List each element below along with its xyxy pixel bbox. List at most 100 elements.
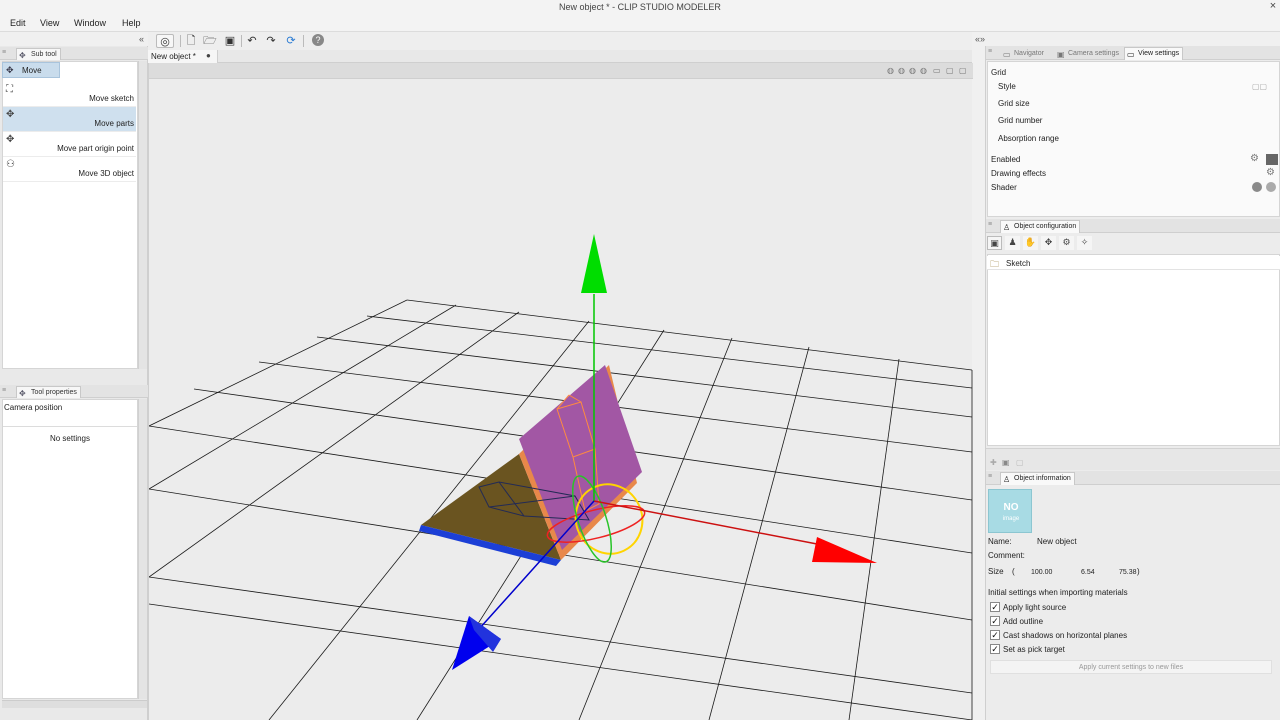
tab-tool-properties[interactable]: ✥ Tool properties: [16, 386, 81, 398]
separator: [303, 35, 304, 47]
size-open-paren: (: [1012, 567, 1015, 576]
panel-grip-icon[interactable]: ≡: [2, 49, 10, 58]
apply-light-source-checkbox[interactable]: ✓: [990, 602, 1000, 612]
add-outline-label: Add outline: [1003, 617, 1044, 626]
object-config-footer: ✚ ▣ ▢: [986, 448, 1280, 470]
command-bar: ◎ 🗋 🗁 ▣ ↶ ↷ ⟳ ?: [148, 32, 972, 50]
collapse-right-panel-icon[interactable]: «»: [975, 34, 985, 44]
subtool-move-sketch[interactable]: ⛶ Move sketch: [3, 82, 136, 107]
view-toggle-icon[interactable]: ▢: [946, 66, 955, 75]
no-settings-text: No settings: [49, 434, 91, 443]
panel-grip-icon[interactable]: ≡: [2, 387, 10, 396]
pick-target-checkbox[interactable]: ✓: [990, 644, 1000, 654]
list-item-sketch[interactable]: 🗀 Sketch: [987, 256, 1280, 270]
viewport-toolbar: ◍ ◍ ◍ ◍ ▭ ▢ ▢: [149, 63, 973, 79]
view-mode-icon[interactable]: ◍: [920, 66, 929, 75]
menu-help[interactable]: Help: [122, 18, 141, 28]
toolprop-hscrollbar[interactable]: [2, 700, 147, 708]
menu-edit[interactable]: Edit: [10, 18, 26, 28]
apply-settings-button[interactable]: Apply current settings to new files: [990, 660, 1272, 674]
open-file-icon[interactable]: 🗁: [203, 34, 217, 48]
view-settings-tabbar: ≡ ▭ Navigator ▣ Camera settings ▭ View sett…: [986, 46, 1280, 60]
subtool-scrollbar[interactable]: [138, 61, 147, 369]
hand-icon[interactable]: ✋: [1023, 236, 1038, 250]
subtool-group-move[interactable]: ✥ Move: [2, 62, 60, 78]
enabled-gear-icon[interactable]: ⚙: [1250, 153, 1259, 164]
move-3d-object-icon: ⚇: [6, 159, 15, 170]
toolprop-scrollbar[interactable]: [138, 399, 147, 699]
view-toggle-icon[interactable]: ▭: [933, 66, 942, 75]
x-axis-arrow[interactable]: [812, 537, 877, 563]
apply-light-source-label: Apply light source: [1003, 603, 1067, 612]
pose-icon[interactable]: ✥: [1041, 236, 1056, 250]
tab-navigator[interactable]: ▭ Navigator: [1000, 47, 1048, 60]
effect-icon[interactable]: ✧: [1077, 236, 1092, 250]
subtool-move-part-origin-point[interactable]: ✥ Move part origin point: [3, 132, 136, 157]
material-icon[interactable]: ⚙: [1059, 236, 1074, 250]
x-axis-line: [593, 500, 818, 545]
tab-camera-settings[interactable]: ▣ Camera settings: [1054, 47, 1123, 60]
undo-icon[interactable]: ↶: [245, 34, 259, 48]
camera-object-icon[interactable]: ▣: [987, 236, 1002, 250]
panel-grip-icon[interactable]: ≡: [988, 48, 996, 57]
grid-style-icon[interactable]: ▢▢: [1252, 82, 1267, 91]
menu-view[interactable]: View: [40, 18, 59, 28]
close-window-button[interactable]: ×: [1268, 0, 1278, 14]
object-config-icon: ♙: [1003, 223, 1011, 232]
sketch-label: Sketch: [1006, 259, 1031, 268]
absorption-range-label: Absorption range: [998, 134, 1059, 143]
grid-number-label: Grid number: [998, 116, 1043, 125]
subtool-move-parts[interactable]: ✥ Move parts: [3, 107, 136, 132]
panel-grip-icon[interactable]: ≡: [988, 221, 996, 230]
subtool-label: Move part origin point: [57, 144, 134, 153]
shader-sphere-icon[interactable]: [1252, 182, 1262, 192]
camera-icon: ▣: [1057, 50, 1065, 59]
refresh-icon[interactable]: ⟳: [284, 34, 298, 48]
tool-properties-box: Camera position No settings: [2, 399, 138, 699]
scene-canvas[interactable]: [149, 79, 973, 720]
tab-sub-tool[interactable]: ✥ Sub tool: [16, 48, 61, 60]
redo-icon[interactable]: ↷: [264, 34, 278, 48]
3d-viewport[interactable]: ◍ ◍ ◍ ◍ ▭ ▢ ▢: [148, 63, 973, 720]
menu-window[interactable]: Window: [74, 18, 106, 28]
cast-shadows-checkbox[interactable]: ✓: [990, 630, 1000, 640]
document-tab[interactable]: New object * ●: [148, 50, 218, 63]
view-settings-icon: ▭: [1127, 50, 1135, 59]
view-mode-icon[interactable]: ◍: [909, 66, 918, 75]
grid-label: Grid: [991, 68, 1007, 77]
title-bar: New object * - CLIP STUDIO MODELER ×: [0, 0, 1280, 14]
y-axis-arrow[interactable]: [581, 234, 607, 293]
tab-object-configuration[interactable]: ♙ Object configuration: [1000, 220, 1081, 233]
view-toggle-icon[interactable]: ▢: [959, 66, 968, 75]
view-mode-icon[interactable]: ◍: [887, 66, 896, 75]
document-tab-label: New object *: [151, 52, 196, 61]
drawing-effects-icon[interactable]: ⚙: [1266, 167, 1275, 178]
add-outline-checkbox[interactable]: ✓: [990, 616, 1000, 626]
drawing-effects-label: Drawing effects: [991, 169, 1046, 178]
object-config-list: [987, 254, 1280, 446]
collapse-left-panel-icon[interactable]: «: [139, 34, 144, 44]
help-icon[interactable]: ?: [312, 34, 324, 46]
subtool-move-3d-object[interactable]: ⚇ Move 3D object: [3, 157, 136, 182]
no-image-thumbnail: NO image: [988, 489, 1032, 533]
duplicate-icon[interactable]: ▢: [1016, 458, 1024, 467]
save-icon[interactable]: ▣: [223, 34, 237, 48]
enabled-swatch-icon[interactable]: [1266, 154, 1278, 165]
name-value: New object: [1037, 537, 1077, 546]
tab-view-settings[interactable]: ▭ View settings: [1124, 47, 1184, 60]
pick-target-label: Set as pick target: [1003, 645, 1065, 654]
add-icon[interactable]: ✚: [990, 458, 997, 467]
view-mode-icon[interactable]: ◍: [898, 66, 907, 75]
new-file-icon[interactable]: 🗋: [184, 34, 198, 48]
size-close-paren: ): [1137, 567, 1140, 576]
figure-icon[interactable]: ♟: [1005, 236, 1020, 250]
size-x-value: 100.00: [1031, 569, 1053, 576]
tab-object-information[interactable]: ♙ Object information: [1000, 472, 1075, 485]
folder-icon: 🗀: [990, 259, 1000, 269]
shader-sphere-icon[interactable]: [1266, 182, 1276, 192]
panel-grip-icon[interactable]: ≡: [988, 473, 996, 482]
sub-tool-icon: ✥: [19, 51, 26, 60]
grid-size-label: Grid size: [998, 99, 1030, 108]
clip-studio-icon[interactable]: ◎: [156, 34, 174, 48]
folder-add-icon[interactable]: ▣: [1002, 458, 1010, 467]
